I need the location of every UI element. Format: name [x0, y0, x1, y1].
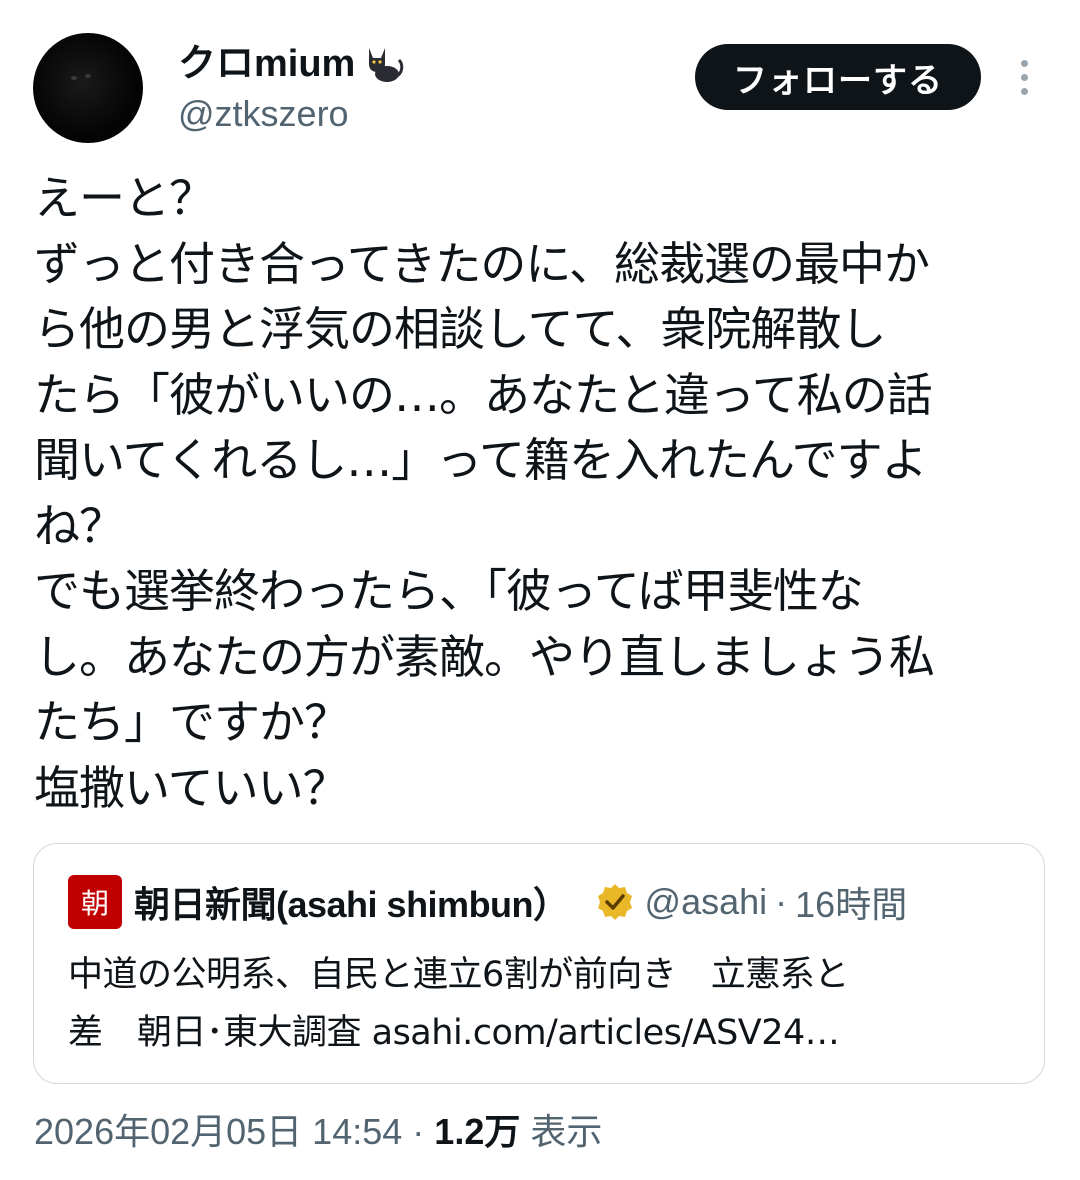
tweet-text-line: 塩撒いていい？ [34, 760, 349, 815]
black-cat-icon [369, 48, 404, 82]
view-count: 1.2万 [434, 1111, 521, 1152]
tweet-text-line: でも選挙終わったら、「彼ってば甲斐性な [34, 564, 864, 618]
meta-separator: · [412, 1111, 425, 1152]
quote-separator: · [775, 881, 788, 922]
avatar-cat-eye [71, 76, 77, 80]
view-count-label: 表示 [530, 1111, 603, 1152]
more-vertical-icon[interactable] [1010, 58, 1040, 98]
author-avatar[interactable] [33, 33, 143, 143]
author-handle[interactable]: @ztkszero [178, 92, 349, 136]
tweet-meta: 2026年02月05日 14:54 · 1.2万 表示 [34, 1106, 602, 1158]
tweet-text-line: 聞いてくれるし…」って籍を入れたんですよ [34, 433, 928, 487]
quote-body: 中道の公明系、自民と連立6割が前向き 立憲系と 差 朝日･東大調査 asahi.… [68, 946, 1028, 1062]
tweet-text-line: し。あなたの方が素敵。やり直しましょう私 [34, 629, 935, 684]
author-display-name[interactable]: クロmium [178, 40, 405, 88]
gold-verified-badge-icon [597, 884, 632, 920]
quote-author-handle: @asahi [644, 881, 768, 922]
quote-body-line: 差 朝日･東大調査 asahi.com/articles/ASV24… [68, 1013, 840, 1053]
tweet-text-line: ね？ [34, 498, 125, 553]
tweet-text-line: ずっと付き合ってきたのに、総裁選の最中か [34, 236, 930, 291]
quote-time: 16時間 [795, 884, 908, 925]
quote-author-name: 朝日新聞(asahi shimbun） [134, 884, 569, 925]
quoted-tweet-card[interactable]: 朝 朝日新聞(asahi shimbun） @asahi · 16時間 中道の公… [33, 843, 1045, 1084]
follow-button[interactable]: フォローする [695, 44, 981, 110]
tweet-text-line: たち」ですか？ [34, 695, 350, 749]
tweet-text: えーと？ ずっと付き合ってきたのに、総裁選の最中か ら他の男と浮気の相談してて、… [34, 166, 1054, 821]
tweet-text-line: ら他の男と浮気の相談してて、衆院解散し [34, 302, 886, 356]
author-display-name-text: クロmium [178, 43, 356, 85]
quote-header: 朝日新聞(asahi shimbun） @asahi · 16時間 [134, 874, 907, 930]
tweet-text-line: たら「彼がいいの…。あなたと違って私の話 [34, 367, 933, 422]
quote-logo-text: 朝 [80, 887, 109, 920]
tweet-text-line: えーと？ [34, 171, 215, 225]
quote-body-line: 中道の公明系、自民と連立6割が前向き 立憲系と [68, 955, 849, 995]
tweet-timestamp[interactable]: 2026年02月05日 14:54 [34, 1111, 402, 1152]
avatar-cat-eye [85, 74, 91, 78]
quote-avatar-logo[interactable]: 朝 [68, 875, 122, 929]
